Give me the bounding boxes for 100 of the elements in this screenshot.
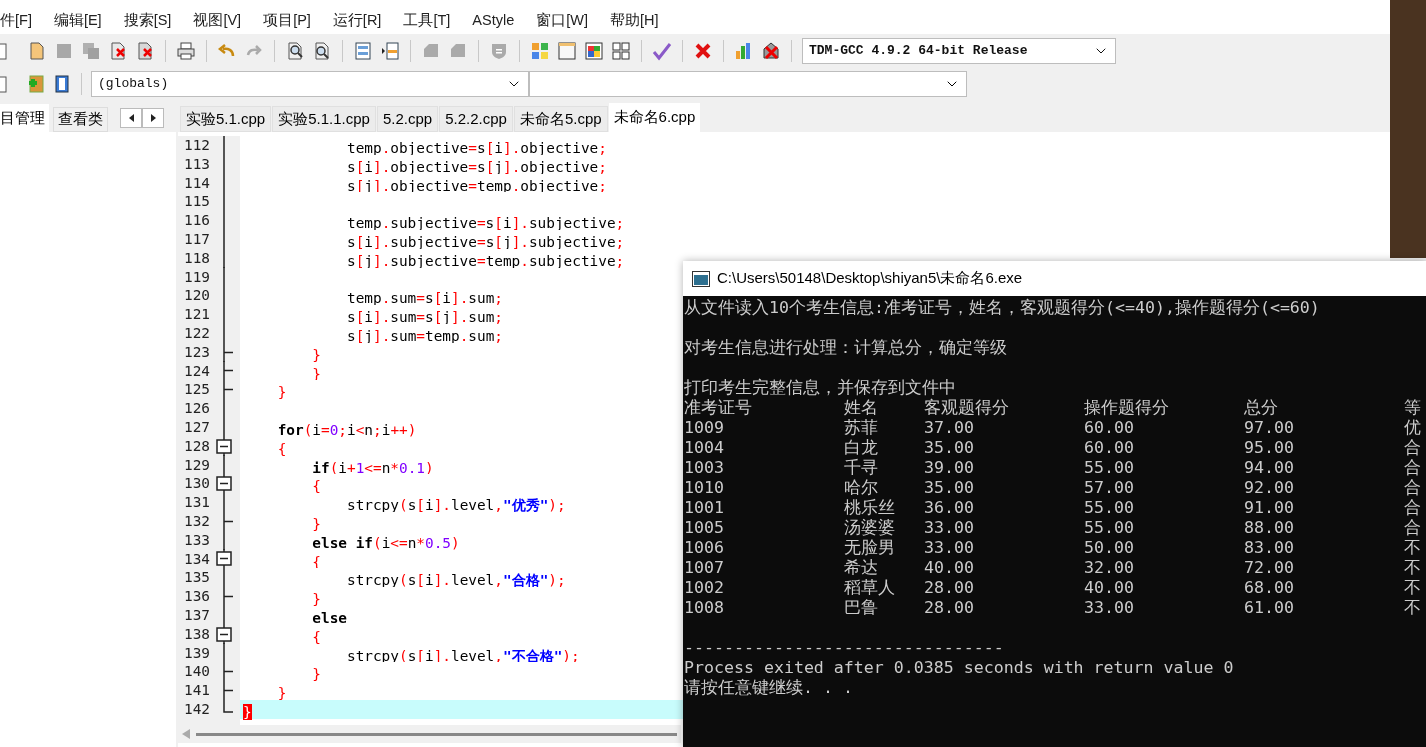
file-tab[interactable]: 实验5.1.1.cpp [272, 106, 376, 132]
collapse-icon[interactable] [216, 436, 232, 456]
collapse-icon[interactable] [216, 549, 232, 569]
table-cell: 1005 [684, 518, 724, 537]
menu-item[interactable]: 编辑[E] [53, 8, 102, 32]
window-icon[interactable] [557, 40, 577, 61]
grid-icon[interactable] [611, 40, 631, 61]
window-title: C:\Users\50148\Desktop\shiyan5\未命名6.exe [717, 268, 1023, 289]
line-number: 141 [183, 681, 211, 700]
menu-item[interactable]: AStyle [472, 8, 515, 32]
line-number: 113 [183, 154, 211, 174]
console-line: Process exited after 0.0385 seconds with return value 0 [684, 658, 1234, 677]
table-cell: 1003 [684, 458, 724, 477]
console-line: 打印考生完整信息，并保存到文件中 [684, 378, 956, 397]
line-number: 130 [183, 474, 211, 494]
table-cell: 32.00 [1084, 558, 1134, 577]
code-line: temp.subjective=s[i].subjective; [345, 215, 625, 232]
code-line: for(i=0;i<n;i++) [276, 421, 417, 438]
table-cell: 55.00 [1084, 498, 1134, 517]
close-file-icon[interactable] [108, 40, 128, 61]
console-icon [692, 270, 710, 287]
table-cell: 1009 [684, 418, 724, 437]
line-number: 121 [183, 305, 211, 324]
bookmark-icon[interactable] [52, 73, 72, 94]
search-icon[interactable] [312, 40, 332, 61]
add-file-icon[interactable] [26, 73, 46, 94]
search-icon[interactable] [285, 40, 305, 61]
collapse-icon[interactable] [216, 474, 232, 494]
table-cell: 白龙 [844, 438, 878, 457]
table-cell: 94.00 [1244, 458, 1294, 477]
open-document-icon[interactable] [27, 40, 47, 61]
save-all-icon[interactable] [81, 40, 101, 61]
menu-item[interactable]: 工具[T] [403, 8, 451, 32]
close-all-icon[interactable] [135, 40, 155, 61]
line-number: 126 [183, 399, 211, 418]
menu-item[interactable]: 件[F] [0, 8, 32, 32]
table-cell: 苏菲 [844, 418, 878, 437]
check-icon[interactable] [652, 40, 672, 61]
menu-item[interactable]: 视图[V] [193, 8, 242, 32]
code-line: if(i+1<=n*0.1) [311, 459, 434, 476]
left-arrow-icon [128, 114, 134, 122]
grid-icon[interactable] [530, 40, 550, 61]
menu-item[interactable]: 项目[P] [263, 8, 311, 32]
menu-item[interactable]: 搜索[S] [123, 8, 172, 32]
window-icon[interactable] [353, 40, 373, 61]
fold-end-icon [223, 681, 233, 700]
fold-line-icon [223, 568, 225, 588]
table-cell: 88.00 [1244, 518, 1294, 537]
table-cell: 91.00 [1244, 498, 1294, 517]
menu-item[interactable]: 运行[R] [332, 8, 382, 32]
window-icon[interactable] [584, 40, 604, 61]
line-number: 136 [183, 587, 211, 606]
scroll-right-button[interactable] [142, 108, 164, 128]
panel-tab[interactable]: 目管理 [0, 104, 49, 132]
line-number: 118 [183, 248, 211, 268]
indent-icon[interactable] [380, 40, 400, 61]
table-cell: 千寻 [844, 458, 878, 477]
file-tab[interactable]: 未命名5.cpp [513, 106, 608, 132]
table-cell: 60.00 [1084, 438, 1134, 457]
menu-item[interactable]: 窗口[W] [536, 8, 588, 32]
code-line: { [311, 628, 321, 645]
code-line: } [311, 591, 321, 608]
table-cell: 优 [1404, 418, 1421, 437]
column-header: 总分 [1244, 398, 1278, 417]
table-cell: 72.00 [1244, 558, 1294, 577]
file-tab[interactable]: 5.2.2.cpp [439, 106, 513, 132]
file-tab[interactable]: 实验5.1.cpp [180, 106, 272, 132]
line-number: 116 [183, 211, 211, 230]
file-tab[interactable]: 未命名6.cpp [608, 103, 701, 132]
table-cell: 不 [1404, 578, 1421, 597]
scroll-left-button[interactable] [120, 108, 142, 128]
code-line: temp.sum=s[i].sum; [345, 290, 503, 307]
fold-end-icon [223, 587, 233, 607]
table-cell: 40.00 [924, 558, 974, 577]
table-cell: 不 [1404, 538, 1421, 557]
compiler-dropdown[interactable]: TDM-GCC 4.9.2 64-bit Release [802, 37, 1116, 64]
fold-line-icon [223, 530, 225, 550]
horizontal-scrollbar[interactable] [178, 725, 681, 743]
collapse-icon[interactable] [216, 624, 232, 644]
scope-dropdown[interactable]: (globals) [91, 70, 529, 97]
table-cell: 95.00 [1244, 438, 1294, 457]
panel-tab[interactable]: 查看类 [53, 107, 108, 132]
table-cell: 57.00 [1084, 478, 1134, 497]
scroll-left-icon[interactable] [182, 729, 190, 739]
table-cell: 合 [1404, 498, 1421, 517]
fold-end-icon [223, 361, 233, 381]
table-cell: 39.00 [924, 458, 974, 477]
line-number: 120 [183, 286, 211, 306]
printer-icon[interactable] [176, 40, 196, 61]
table-cell: 无脸男 [844, 538, 895, 557]
line-number: 138 [183, 624, 211, 644]
file-tab[interactable]: 5.2.cpp [376, 106, 439, 132]
table-cell: 92.00 [1244, 478, 1294, 497]
table-cell: 50.00 [1084, 538, 1134, 557]
table-cell: 28.00 [924, 578, 974, 597]
column-header: 姓名 [844, 398, 878, 417]
code-line: } [311, 346, 321, 363]
menu-item[interactable]: 帮助[H] [610, 8, 659, 32]
table-cell: 稻草人 [844, 578, 895, 597]
column-header: 客观题得分 [924, 398, 1009, 417]
